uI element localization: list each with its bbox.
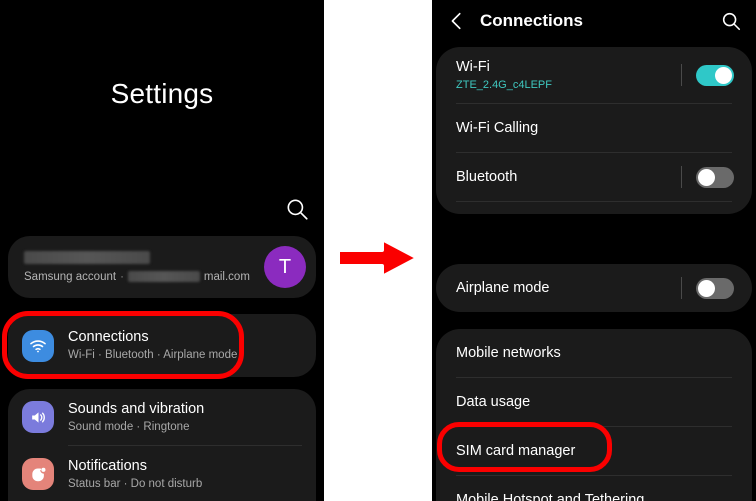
account-separator: · [120,271,124,283]
avatar[interactable]: T [264,246,306,288]
wifi-toggle-group[interactable] [681,64,734,86]
account-provider: Samsung account [24,271,117,283]
bluetooth-toggle-group[interactable] [681,166,734,188]
page-title: Settings [110,78,214,109]
list-item-label: Mobile Hotspot and Tethering [456,492,645,501]
connections-group-3: Mobile networks Data usage SIM card mana… [436,329,752,501]
wifi-texts: Wi-Fi ZTE_2.4G_c4LEPF [456,58,681,93]
page-title: Connections [480,11,583,30]
chevron-left-icon[interactable] [446,10,468,32]
list-item-label: SIM card manager [456,443,576,459]
list-item-label: Bluetooth [456,169,518,185]
airplane-mode-texts: Airplane mode [456,279,681,297]
list-item-label: Wi-Fi [456,58,490,75]
account-texts: Samsung account · mail.com [24,251,264,283]
menu-subtitle-sounds: Sound mode · Ringtone [68,420,190,433]
comparison-stage: Settings Samsung account · mail.com T Co… [0,0,756,501]
sidebar-item-sounds-and-vibration[interactable]: Sounds and vibration Sound mode · Ringto… [8,389,316,445]
sim-card-manager-texts: SIM card manager [456,442,734,460]
list-item-wifi-calling[interactable]: Wi-Fi Calling [436,104,752,152]
menu-title-connections: Connections [68,329,149,345]
speaker-icon [22,401,54,433]
list-item-airplane-mode[interactable]: Airplane mode [436,264,752,312]
menu-subtitle-connections: Wi-Fi · Bluetooth · Airplane mode [68,349,238,361]
settings-menu-card: Sounds and vibration Sound mode · Ringto… [8,389,316,501]
mobile-hotspot-texts: Mobile Hotspot and Tethering [456,491,734,501]
list-item-data-usage[interactable]: Data usage [436,378,752,426]
connections-header: Connections [432,0,756,42]
search-icon[interactable] [284,196,310,222]
divider [681,277,682,299]
list-item-mobile-networks[interactable]: Mobile networks [436,329,752,377]
menu-texts-notifications: Notifications Status bar · Do not distur… [68,457,202,492]
connections-group-2: Airplane mode [436,264,752,312]
right-phone-screen: Connections Wi-Fi ZTE_2.4G_c4LEPF Wi-Fi … [432,0,756,501]
wifi-calling-texts: Wi-Fi Calling [456,119,734,137]
list-item-label: Mobile networks [456,345,561,361]
list-item-label: Airplane mode [456,280,550,296]
left-phone-screen: Settings Samsung account · mail.com T Co… [0,0,324,501]
airplane-mode-toggle-group[interactable] [681,277,734,299]
list-item-mobile-hotspot-and-tethering[interactable]: Mobile Hotspot and Tethering [436,476,752,501]
airplane-mode-toggle[interactable] [696,277,734,299]
right-arrow-icon [330,232,428,284]
bluetooth-texts: Bluetooth [456,168,681,186]
account-email-redacted [127,271,200,282]
divider [681,166,682,188]
menu-texts-sounds: Sounds and vibration Sound mode · Ringto… [68,400,204,435]
wifi-icon [22,329,54,362]
connections-group-1: Wi-Fi ZTE_2.4G_c4LEPF Wi-Fi Calling Blue… [436,47,752,214]
account-card[interactable]: Samsung account · mail.com T [8,236,316,298]
wifi-ssid: ZTE_2.4G_c4LEPF [456,78,552,91]
menu-title-sounds: Sounds and vibration [68,400,205,417]
wifi-toggle[interactable] [696,64,734,86]
account-subtitle: Samsung account · mail.com [24,271,264,283]
list-item-wifi[interactable]: Wi-Fi ZTE_2.4G_c4LEPF [436,47,752,103]
list-item-sim-card-manager[interactable]: SIM card manager [436,427,752,475]
sidebar-item-notifications[interactable]: Notifications Status bar · Do not distur… [8,446,316,501]
list-item-label: Wi-Fi Calling [456,120,539,136]
notification-bubble-icon [22,458,54,490]
search-icon[interactable] [720,10,742,32]
list-item-label: Data usage [456,394,531,410]
divider [681,64,682,86]
bluetooth-toggle[interactable] [696,166,734,188]
mobile-networks-texts: Mobile networks [456,344,734,362]
menu-texts-connections: Connections Wi-Fi · Bluetooth · Airplane… [68,328,237,363]
list-item-bluetooth[interactable]: Bluetooth [436,153,752,201]
sidebar-item-connections[interactable]: Connections Wi-Fi · Bluetooth · Airplane… [8,314,316,377]
menu-row-connections[interactable]: Connections Wi-Fi · Bluetooth · Airplane… [8,314,316,377]
menu-subtitle-notifications: Status bar · Do not disturb [68,477,203,490]
account-name-redacted [24,251,264,271]
menu-title-notifications: Notifications [68,457,147,474]
data-usage-texts: Data usage [456,393,734,411]
list-item-nfc[interactable]: NFC and contactless payments [436,202,752,214]
account-email-suffix: mail.com [203,271,250,283]
